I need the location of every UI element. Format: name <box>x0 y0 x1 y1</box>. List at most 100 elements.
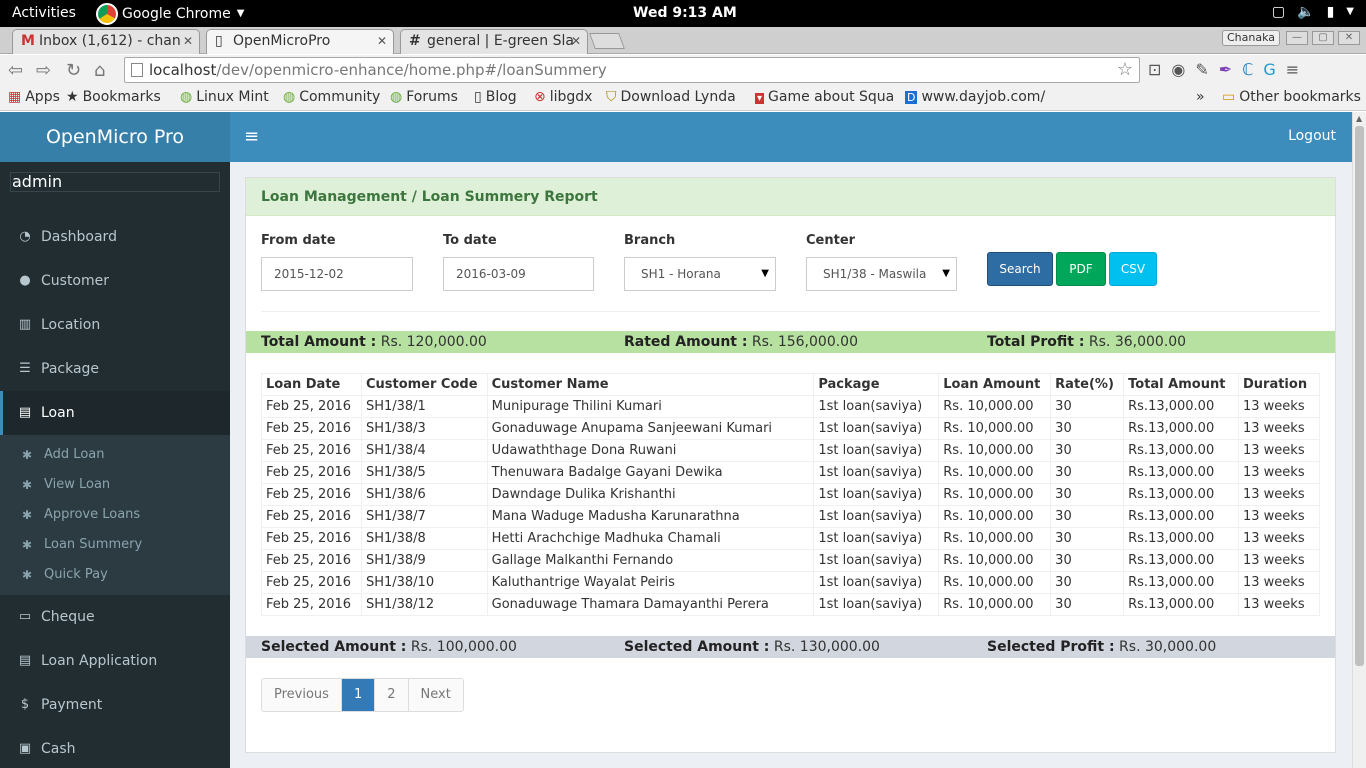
sidebar-item-payment[interactable]: $ Payment <box>0 683 230 727</box>
pdf-button[interactable]: PDF <box>1056 252 1106 286</box>
sidebar-item-cash[interactable]: ▣ Cash <box>0 727 230 768</box>
extension-amazon-icon[interactable]: ⊡ <box>1148 60 1161 79</box>
table-cell: Gonaduwage Thamara Damayanthi Perera <box>486 593 815 616</box>
activities-button[interactable]: Activities <box>12 5 76 21</box>
close-tab-icon[interactable]: ✕ <box>183 34 193 48</box>
sidebar-item-cheque[interactable]: ▭ Cheque <box>0 595 230 639</box>
sidebar-item-location[interactable]: ▥ Location <box>0 303 230 347</box>
page-scrollbar[interactable]: ▲ <box>1352 112 1366 768</box>
extension-c-icon[interactable]: ℂ <box>1242 60 1253 79</box>
close-window-icon[interactable]: ✕ <box>1338 31 1360 45</box>
column-header[interactable]: Loan Amount <box>938 373 1052 396</box>
extension-feather-icon[interactable]: ✒ <box>1219 60 1232 79</box>
bookmark-lynda[interactable]: ⛉ Download Lynda <box>606 89 736 105</box>
bookmarks-bar: ▦ Apps ★ Bookmarks ◍ Linux Mint ◍ Community … <box>0 85 1366 111</box>
scrollbar-thumb[interactable] <box>1355 126 1364 666</box>
app-brand[interactable]: OpenMicro Pro <box>0 112 230 162</box>
app-header: ≡ Logout <box>230 112 1352 162</box>
sidebar-item-loan-application[interactable]: ▤ Loan Application <box>0 639 230 683</box>
app-menu-label: Google Chrome <box>122 5 231 22</box>
bookmark-apps[interactable]: ▦ Apps <box>8 89 60 105</box>
back-icon[interactable]: ⇦ <box>8 60 23 81</box>
table-row[interactable]: Feb 25, 2016 SH1/38/3 Gonaduwage Anupama S… <box>261 417 1321 440</box>
table-row[interactable]: Feb 25, 2016 SH1/38/7 Mana Waduge Madusha … <box>261 505 1321 528</box>
table-row[interactable]: Feb 25, 2016 SH1/38/6 Dawndage Dulika Kris… <box>261 483 1321 506</box>
sidebar-item-dashboard[interactable]: ◔ Dashboard <box>0 215 230 259</box>
bookmark-forums[interactable]: ◍ Forums <box>390 89 458 105</box>
submenu-quick-pay[interactable]: ✱ Quick Pay <box>0 560 230 590</box>
app-menu[interactable]: Google Chrome ▼ <box>96 1 244 26</box>
other-bookmarks[interactable]: ▭ Other bookmarks <box>1222 89 1361 105</box>
extension-reel-icon[interactable]: ◉ <box>1171 60 1185 79</box>
pagination-next[interactable]: Next <box>408 679 463 711</box>
page-info-icon[interactable] <box>131 63 143 77</box>
column-header[interactable]: Total Amount <box>1123 373 1239 396</box>
from-date-input[interactable]: 2015-12-02 <box>261 257 413 291</box>
pagination-page-1[interactable]: 1 <box>341 679 376 711</box>
table-cell: Feb 25, 2016 <box>261 549 362 572</box>
column-header[interactable]: Loan Date <box>261 373 362 396</box>
column-header[interactable]: Duration <box>1237 373 1321 396</box>
close-tab-icon[interactable]: ✕ <box>377 34 387 48</box>
table-row[interactable]: Feb 25, 2016 SH1/38/4 Udawaththage Dona Ru… <box>261 439 1321 462</box>
column-header[interactable]: Customer Code <box>360 373 488 396</box>
table-row[interactable]: Feb 25, 2016 SH1/38/12 Gonaduwage Thamara … <box>261 593 1321 616</box>
new-tab-button[interactable] <box>589 33 625 49</box>
pagination-previous[interactable]: Previous <box>262 679 342 711</box>
submenu-add-loan[interactable]: ✱ Add Loan <box>0 440 230 470</box>
bookmark-community[interactable]: ◍ Community <box>283 89 380 105</box>
browser-tab-openmicropro[interactable]: ▯ OpenMicroPro ✕ <box>206 29 394 54</box>
table-row[interactable]: Feb 25, 2016 SH1/38/9 Gallage Malkanthi Fe… <box>261 549 1321 572</box>
browser-tab-slack[interactable]: # general | E-green Sla ✕ <box>400 29 588 54</box>
branch-select[interactable]: SH1 - Horana ▼ <box>624 257 776 291</box>
caret-down-icon: ▼ <box>236 8 245 19</box>
clock[interactable]: Wed 9:13 AM <box>633 5 737 21</box>
bookmark-libgdx[interactable]: ⊗ libgdx <box>534 89 592 105</box>
to-date-input[interactable]: 2016-03-09 <box>443 257 594 291</box>
sidebar-item-loan[interactable]: ▤ Loan <box>0 391 230 435</box>
window-icon[interactable]: ▢ <box>1272 4 1285 20</box>
sidebar-toggle-icon[interactable]: ≡ <box>244 126 259 147</box>
minimize-icon[interactable]: — <box>1286 31 1308 45</box>
bookmark-bookmarks[interactable]: ★ Bookmarks <box>66 89 161 105</box>
submenu-approve-loans[interactable]: ✱ Approve Loans <box>0 500 230 530</box>
csv-button[interactable]: CSV <box>1109 252 1157 286</box>
column-header[interactable]: Package <box>813 373 940 396</box>
battery-icon[interactable]: ▮ <box>1327 4 1335 20</box>
browser-tab-gmail[interactable]: M Inbox (1,612) - chan ✕ <box>12 29 200 54</box>
scroll-up-icon[interactable]: ▲ <box>1356 114 1362 123</box>
close-tab-icon[interactable]: ✕ <box>571 34 581 48</box>
pagination-page-2[interactable]: 2 <box>375 679 409 711</box>
table-row[interactable]: Feb 25, 2016 SH1/38/8 Hetti Arachchige Mad… <box>261 527 1321 550</box>
logout-link[interactable]: Logout <box>1288 128 1336 144</box>
bookmark-star-icon[interactable]: ☆ <box>1117 59 1133 80</box>
bookmark-linux-mint[interactable]: ◍ Linux Mint <box>180 89 269 105</box>
bookmark-game[interactable]: ▾ Game about Squa <box>755 89 894 105</box>
sidebar-item-package[interactable]: ☰ Package <box>0 347 230 391</box>
table-row[interactable]: Feb 25, 2016 SH1/38/5 Thenuwara Badalge Ga… <box>261 461 1321 484</box>
column-header[interactable]: Rate(%) <box>1050 373 1125 396</box>
reload-icon[interactable]: ↻ <box>66 60 81 81</box>
center-select[interactable]: SH1/38 - Maswila ▼ <box>806 257 957 291</box>
sidebar-item-customer[interactable]: ● Customer <box>0 259 230 303</box>
bookmark-blog[interactable]: ▯ Blog <box>474 89 517 105</box>
table-row[interactable]: Feb 25, 2016 SH1/38/1 Munipurage Thilini K… <box>261 395 1321 418</box>
volume-icon[interactable]: 🔈 <box>1297 4 1314 20</box>
extension-eyedropper-icon[interactable]: ✎ <box>1195 60 1208 79</box>
submenu-loan-summery[interactable]: ✱ Loan Summery <box>0 530 230 560</box>
table-cell: Rs.13,000.00 <box>1123 549 1239 572</box>
table-row[interactable]: Feb 25, 2016 SH1/38/10 Kaluthantrige Wayal… <box>261 571 1321 594</box>
forward-icon[interactable]: ⇨ <box>36 60 51 81</box>
column-header[interactable]: Customer Name <box>486 373 815 396</box>
home-icon[interactable]: ⌂ <box>94 60 105 81</box>
extension-g-icon[interactable]: G <box>1263 60 1275 79</box>
maximize-icon[interactable]: ▢ <box>1312 31 1334 45</box>
more-bookmarks-button[interactable]: » <box>1196 89 1205 105</box>
chrome-menu-icon[interactable]: ≡ <box>1286 60 1299 79</box>
profile-button[interactable]: Chanaka <box>1222 30 1281 46</box>
submenu-view-loan[interactable]: ✱ View Loan <box>0 470 230 500</box>
bookmark-dayjob[interactable]: Dwww.dayjob.com/ <box>905 89 1045 105</box>
address-bar[interactable]: localhost/dev/openmicro-enhance/home.php… <box>124 57 1140 83</box>
caret-down-icon[interactable]: ▼ <box>1346 6 1354 20</box>
search-button[interactable]: Search <box>987 252 1053 286</box>
